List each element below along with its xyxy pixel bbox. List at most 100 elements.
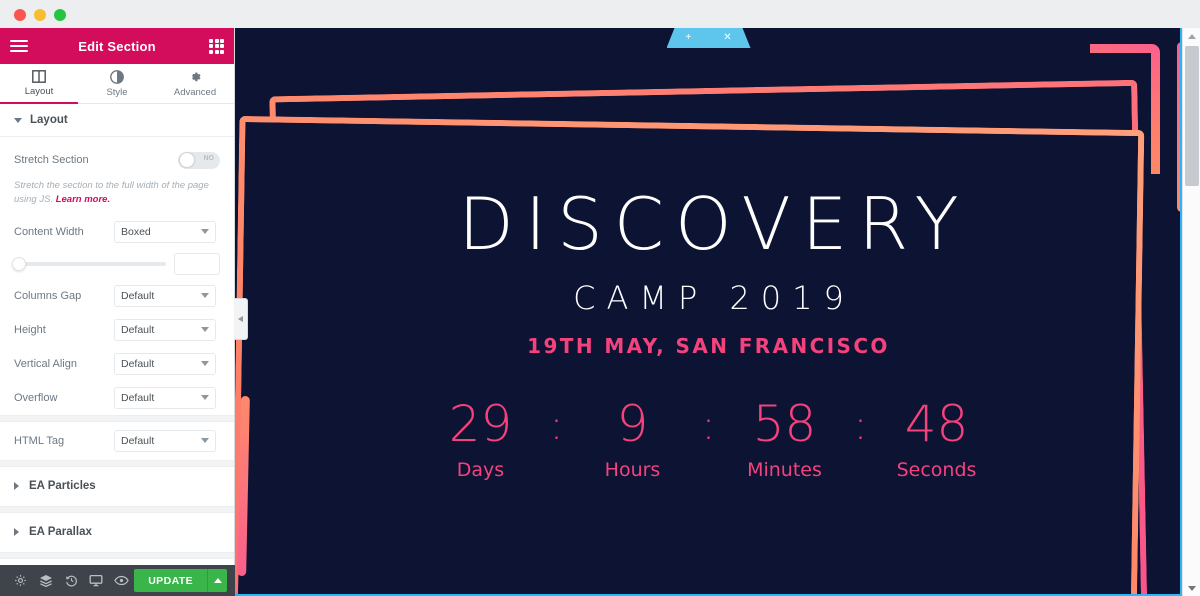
- panel-tabs: Layout Style Advanced: [0, 64, 234, 104]
- page-scrollbar[interactable]: [1182, 28, 1200, 596]
- countdown-separator: :: [701, 403, 716, 449]
- panel-divider: [0, 414, 234, 422]
- preview-canvas: + ✕ DISCOVERY CAMP 2019 19TH MAY, SAN FR…: [235, 28, 1182, 596]
- panel-divider: [0, 459, 234, 467]
- accordion-ea-particles[interactable]: EA Particles: [0, 466, 234, 506]
- vertical-align-select[interactable]: Default: [114, 352, 216, 375]
- columns-icon: [32, 70, 46, 83]
- height-value: Default: [121, 323, 155, 336]
- scrollbar-track[interactable]: [1183, 44, 1200, 580]
- history-icon[interactable]: [58, 565, 83, 596]
- overflow-select[interactable]: Default: [114, 386, 216, 409]
- chevron-down-icon: [14, 117, 22, 123]
- close-icon[interactable]: ✕: [723, 33, 731, 43]
- chevron-down-icon: [201, 438, 209, 444]
- panel-header: Edit Section: [0, 28, 234, 64]
- hero-title: DISCOVERY: [458, 182, 970, 266]
- control-columns-gap: Columns Gap Default: [0, 279, 234, 313]
- maximize-window-button[interactable]: [54, 9, 66, 21]
- grid-icon[interactable]: [209, 38, 224, 54]
- update-button-group: UPDATE: [134, 569, 227, 592]
- tab-layout-label: Layout: [24, 86, 54, 97]
- minimize-window-button[interactable]: [34, 9, 46, 21]
- control-vertical-align: Vertical Align Default: [0, 347, 234, 381]
- width-slider-knob[interactable]: [12, 256, 26, 271]
- hero-date: 19TH MAY, SAN FRANCISCO: [527, 334, 890, 358]
- learn-more-link[interactable]: Learn more.: [56, 194, 110, 205]
- panel-collapse-handle[interactable]: [234, 298, 248, 340]
- chevron-right-icon: [14, 482, 19, 491]
- accordion-ea-particles-label: EA Particles: [29, 480, 96, 493]
- chevron-down-icon: [201, 229, 209, 235]
- content-width-label: Content Width: [14, 225, 84, 238]
- chevron-left-icon: [238, 316, 243, 322]
- hero-subtitle: CAMP 2019: [573, 279, 855, 317]
- close-window-button[interactable]: [14, 9, 26, 21]
- tab-advanced-label: Advanced: [173, 86, 217, 98]
- hero-content: DISCOVERY CAMP 2019 19TH MAY, SAN FRANCI…: [235, 28, 1182, 596]
- columns-gap-select[interactable]: Default: [114, 284, 216, 307]
- chevron-down-icon: [201, 361, 209, 367]
- height-label: Height: [14, 323, 46, 336]
- settings-gear-icon[interactable]: [8, 565, 33, 596]
- caret-down-icon: [1187, 585, 1196, 591]
- control-width-slider: [0, 249, 234, 279]
- overflow-label: Overflow: [14, 391, 58, 404]
- accordion-ea-parallax[interactable]: EA Parallax: [0, 512, 234, 552]
- update-options-button[interactable]: [207, 569, 227, 592]
- toggle-value: NO: [203, 154, 215, 162]
- height-select[interactable]: Default: [114, 318, 216, 341]
- scroll-up-button[interactable]: [1183, 28, 1200, 44]
- chevron-down-icon: [201, 293, 209, 299]
- window-titlebar: [0, 0, 1200, 28]
- section-layout-header[interactable]: Layout: [0, 104, 234, 137]
- responsive-monitor-icon[interactable]: [84, 565, 109, 596]
- vertical-align-value: Default: [121, 357, 155, 370]
- caret-up-icon: [213, 578, 222, 583]
- html-tag-label: HTML Tag: [14, 434, 65, 447]
- control-overflow: Overflow Default: [0, 381, 234, 415]
- countdown-unit-seconds: 48 Seconds: [868, 398, 1006, 481]
- editor-panel: Edit Section Layout Style Advanced Layou…: [0, 28, 235, 596]
- scrollbar-thumb[interactable]: [1184, 46, 1199, 186]
- content-width-value: Boxed: [121, 225, 151, 238]
- tab-layout[interactable]: Layout: [0, 64, 78, 104]
- chevron-right-icon: [14, 528, 19, 537]
- columns-gap-value: Default: [121, 289, 155, 302]
- countdown-timer: 29 Days : 9 Hours : 58 Minutes : 48 Seco…: [412, 398, 1006, 481]
- width-slider-track[interactable]: [12, 256, 166, 271]
- scroll-down-button[interactable]: [1183, 580, 1200, 596]
- columns-gap-label: Columns Gap: [14, 289, 82, 302]
- section-layout-label: Layout: [30, 114, 68, 126]
- toggle-knob: [179, 153, 194, 167]
- tab-style-label: Style: [106, 86, 128, 98]
- section-editor-toolbar: + ✕: [667, 28, 751, 48]
- control-stretch-section: Stretch Section NO: [0, 143, 234, 177]
- width-number-input[interactable]: [174, 252, 220, 275]
- html-tag-select[interactable]: Default: [114, 429, 216, 452]
- panel-body: Layout Stretch Section NO Stretch the se…: [0, 104, 234, 596]
- plus-icon[interactable]: +: [685, 33, 691, 43]
- traffic-lights: [14, 9, 66, 21]
- preview-eye-icon[interactable]: [109, 565, 134, 596]
- stretch-section-toggle[interactable]: NO: [178, 151, 220, 169]
- stretch-section-helper: Stretch the section to the full width of…: [0, 177, 234, 215]
- contrast-icon: [110, 69, 124, 84]
- chevron-down-icon: [201, 395, 209, 401]
- panel-footer: UPDATE: [0, 565, 235, 596]
- control-content-width: Content Width Boxed: [0, 215, 234, 249]
- update-button[interactable]: UPDATE: [134, 569, 207, 592]
- layers-icon[interactable]: [33, 565, 58, 596]
- countdown-hours-value: 9: [616, 395, 649, 453]
- countdown-seconds-value: 48: [904, 395, 969, 453]
- vertical-align-label: Vertical Align: [14, 357, 77, 370]
- countdown-minutes-label: Minutes: [747, 458, 822, 481]
- content-width-select[interactable]: Boxed: [114, 220, 216, 243]
- countdown-seconds-label: Seconds: [896, 458, 977, 481]
- app-window: Edit Section Layout Style Advanced Layou…: [0, 0, 1200, 596]
- countdown-days-label: Days: [456, 458, 505, 481]
- countdown-days-value: 29: [448, 395, 513, 453]
- countdown-unit-minutes: 58 Minutes: [716, 398, 854, 481]
- tab-style[interactable]: Style: [78, 64, 156, 103]
- tab-advanced[interactable]: Advanced: [156, 64, 234, 103]
